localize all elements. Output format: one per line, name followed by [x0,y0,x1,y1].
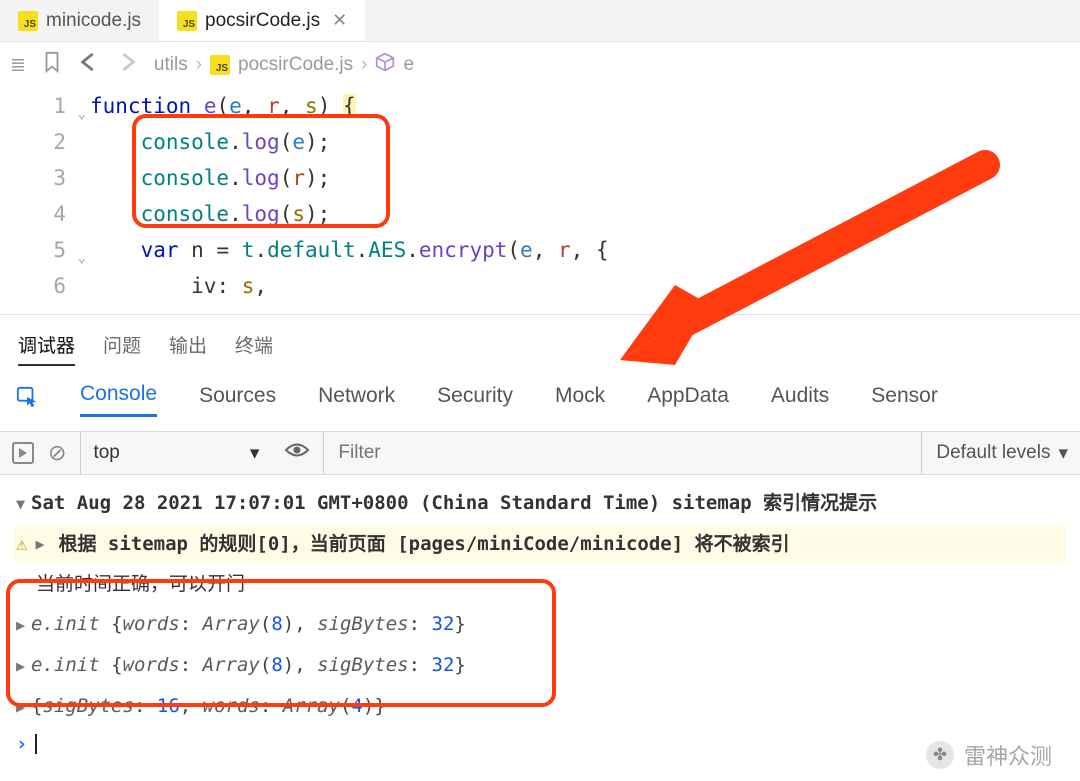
expand-icon[interactable] [35,528,44,560]
breadcrumb-file[interactable]: pocsirCode.js [238,54,353,76]
js-icon: JS [18,11,38,31]
code-line: function e(e, r, s) { [90,88,1080,124]
tab-console[interactable]: Console [80,382,157,417]
line-number: 4 [53,202,66,226]
line-number: 3 [53,166,66,190]
code-line: console.log(r); [90,160,1080,196]
wechat-icon: ✤ [926,741,954,769]
cube-icon [375,52,395,78]
watermark: ✤ 雷神众测 [926,739,1052,771]
breadcrumb: utils › JS pocsirCode.js › e [154,52,414,78]
console-prompt[interactable]: › [14,727,1066,761]
log-levels-select[interactable]: Default levels ▾ [921,432,1068,474]
tab-security[interactable]: Security [437,384,513,416]
line-number: 5 [53,238,66,262]
close-icon[interactable]: ✕ [332,10,347,31]
js-icon: JS [177,11,197,31]
chevron-down-icon: ▾ [250,442,260,465]
console-warning[interactable]: ⚠ 根据 sitemap 的规则[0]，当前页面 [pages/miniCode… [14,524,1066,564]
breadcrumb-symbol[interactable]: e [403,54,414,76]
tab-appdata[interactable]: AppData [647,384,729,416]
bottom-panel-tabs: 调试器 问题 输出 终端 [0,314,1080,374]
caret [35,734,37,754]
code-line: console.log(e); [90,124,1080,160]
file-tab-label: pocsirCode.js [205,10,320,32]
tab-audits[interactable]: Audits [771,384,829,416]
outline-icon[interactable]: ≣ [10,54,26,77]
expand-icon[interactable] [16,691,25,723]
context-select[interactable]: top ▾ [80,432,271,474]
file-tab-bar: JS minicode.js JS pocsirCode.js ✕ [0,0,1080,42]
chevron-right-icon: › [196,54,202,76]
bookmark-icon[interactable] [42,51,62,79]
console-object[interactable]: {sigBytes: 16, words: Array(4)} [14,686,1066,727]
forward-icon[interactable] [116,52,138,78]
warning-icon: ⚠ [16,528,27,560]
code-line: var n = t.default.AES.encrypt(e, r, { [90,232,1080,268]
inspect-icon[interactable] [16,386,38,414]
breadcrumb-folder[interactable]: utils [154,54,188,76]
tab-network[interactable]: Network [318,384,395,416]
tab-output[interactable]: 输出 [169,331,207,366]
devtools-tabs: Console Sources Network Security Mock Ap… [0,374,1080,431]
line-number: 1 [53,94,66,118]
console-text: 根据 sitemap 的规则[0]，当前页面 [pages/miniCode/m… [58,528,789,560]
file-tab-pocsircode[interactable]: JS pocsirCode.js ✕ [159,0,365,41]
breadcrumb-toolbar: ≣ utils › JS pocsirCode.js › e [0,42,1080,88]
code-line: console.log(s); [90,196,1080,232]
chevron-right-icon: › [361,54,367,76]
console-group-header[interactable]: Sat Aug 28 2021 17:07:01 GMT+0800 (China… [14,483,1066,524]
console-output: Sat Aug 28 2021 17:07:01 GMT+0800 (China… [0,475,1080,769]
line-number: 2 [53,130,66,154]
console-toolbar: ⊘ top ▾ Default levels ▾ [0,431,1080,475]
clear-console-icon[interactable]: ⊘ [48,440,66,466]
levels-label: Default levels [936,442,1050,464]
back-icon[interactable] [78,52,100,78]
console-text: Sat Aug 28 2021 17:07:01 GMT+0800 (China… [31,492,877,514]
tab-debugger[interactable]: 调试器 [18,331,75,366]
chevron-down-icon: ▾ [1058,442,1068,465]
console-object[interactable]: e.init {words: Array(8), sigBytes: 32} [14,645,1066,686]
play-icon[interactable] [12,442,34,464]
line-number: 6 [53,274,66,298]
tab-mock[interactable]: Mock [555,384,605,416]
code-line: iv: s, [90,268,1080,304]
watermark-text: 雷神众测 [964,739,1052,771]
context-label: top [93,442,119,464]
filter-input[interactable] [323,432,907,474]
js-icon: JS [210,55,230,75]
eye-icon[interactable] [285,441,309,465]
expand-icon[interactable] [16,488,25,520]
console-text: 当前时间正确，可以开门 [36,573,245,595]
console-log-line: 当前时间正确，可以开门 [14,564,1066,604]
code-editor[interactable]: 1⌄ function e(e, r, s) { 2 console.log(e… [0,88,1080,314]
console-object[interactable]: e.init {words: Array(8), sigBytes: 32} [14,604,1066,645]
expand-icon[interactable] [16,609,25,641]
tab-sources[interactable]: Sources [199,384,276,416]
tab-sensor[interactable]: Sensor [871,384,938,416]
tab-terminal[interactable]: 终端 [235,331,273,366]
file-tab-label: minicode.js [46,10,141,32]
file-tab-minicode[interactable]: JS minicode.js [0,0,159,41]
expand-icon[interactable] [16,650,25,682]
tab-problems[interactable]: 问题 [103,331,141,366]
prompt-chevron-icon: › [16,733,27,755]
